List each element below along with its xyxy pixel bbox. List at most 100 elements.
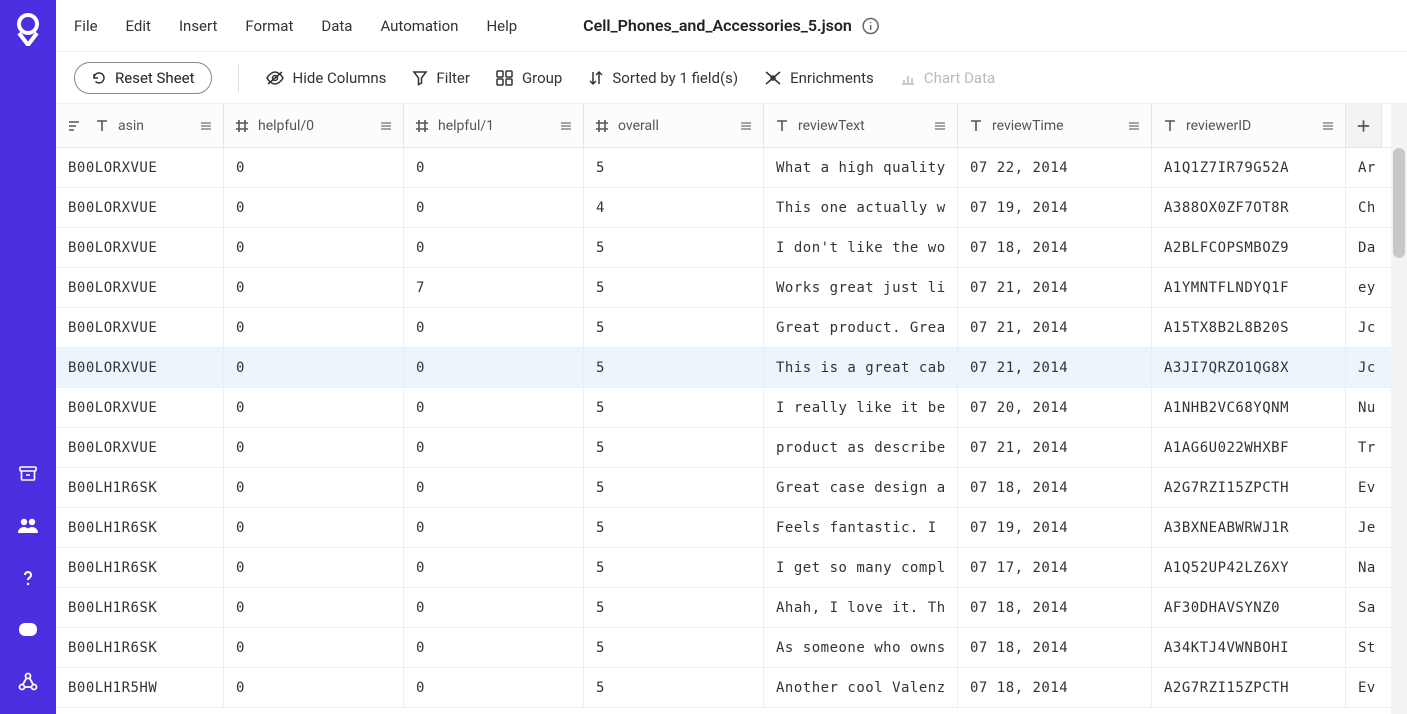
cell[interactable]: 07 22, 2014 (958, 148, 1152, 187)
cell[interactable]: What a high quality (764, 148, 958, 187)
cell[interactable]: 07 21, 2014 (958, 348, 1152, 387)
cell[interactable]: This one actually w (764, 188, 958, 227)
hide-columns-button[interactable]: Hide Columns (265, 69, 387, 87)
table-row[interactable]: B00LORXVUE004This one actually w07 19, 2… (56, 188, 1407, 228)
cell[interactable]: AF30DHAVSYNZ0 (1152, 588, 1346, 627)
cell[interactable]: B00LORXVUE (56, 268, 224, 307)
table-row[interactable]: B00LORXVUE005Great product. Grea07 21, 2… (56, 308, 1407, 348)
column-menu-icon[interactable] (739, 119, 753, 133)
cell[interactable]: 07 19, 2014 (958, 508, 1152, 547)
enrichments-button[interactable]: Enrichments (764, 69, 874, 87)
info-icon[interactable] (862, 17, 880, 35)
column-header-helpful0[interactable]: helpful/0 (224, 104, 404, 147)
menu-file[interactable]: File (74, 17, 98, 35)
cell[interactable]: I don't like the wo (764, 228, 958, 267)
cell[interactable]: 0 (224, 628, 404, 667)
cell[interactable]: 5 (584, 508, 764, 547)
cell[interactable]: 0 (404, 508, 584, 547)
archive-nav-icon[interactable] (8, 454, 48, 494)
menu-insert[interactable]: Insert (179, 17, 217, 35)
table-row[interactable]: B00LORXVUE005This is a great cab07 21, 2… (56, 348, 1407, 388)
cell[interactable]: B00LH1R6SK (56, 508, 224, 547)
table-row[interactable]: B00LORXVUE005What a high quality07 22, 2… (56, 148, 1407, 188)
table-row[interactable]: B00LORXVUE005product as describe07 21, 2… (56, 428, 1407, 468)
column-menu-icon[interactable] (1127, 119, 1141, 133)
reset-sheet-button[interactable]: Reset Sheet (74, 62, 212, 94)
cell[interactable]: 0 (404, 668, 584, 707)
cell[interactable]: 07 18, 2014 (958, 588, 1152, 627)
cell[interactable]: 0 (404, 468, 584, 507)
menu-data[interactable]: Data (321, 17, 352, 35)
cell[interactable]: 0 (224, 668, 404, 707)
table-row[interactable]: B00LORXVUE075Works great just li07 21, 2… (56, 268, 1407, 308)
cell[interactable]: A388OX0ZF7OT8R (1152, 188, 1346, 227)
cell[interactable]: 07 21, 2014 (958, 268, 1152, 307)
menu-edit[interactable]: Edit (126, 17, 151, 35)
cell[interactable]: 07 20, 2014 (958, 388, 1152, 427)
cell[interactable]: A15TX8B2L8B20S (1152, 308, 1346, 347)
cell[interactable]: 0 (404, 428, 584, 467)
add-column-button[interactable] (1346, 104, 1382, 147)
column-header-reviewerid[interactable]: reviewerID (1152, 104, 1346, 147)
data-grid[interactable]: asin helpful/0 (56, 104, 1407, 714)
cell[interactable]: 5 (584, 668, 764, 707)
column-menu-icon[interactable] (933, 119, 947, 133)
cell[interactable]: This is a great cab (764, 348, 958, 387)
cell[interactable]: 5 (584, 428, 764, 467)
cell[interactable]: 07 18, 2014 (958, 628, 1152, 667)
cell[interactable]: As someone who owns (764, 628, 958, 667)
cell[interactable]: 0 (224, 428, 404, 467)
cell[interactable]: 07 18, 2014 (958, 228, 1152, 267)
group-button[interactable]: Group (496, 69, 562, 87)
cell[interactable]: 07 18, 2014 (958, 668, 1152, 707)
cell[interactable]: A3BXNEABWRWJ1R (1152, 508, 1346, 547)
cell[interactable]: 07 18, 2014 (958, 468, 1152, 507)
cell[interactable]: 5 (584, 548, 764, 587)
cell[interactable]: 0 (404, 148, 584, 187)
cell[interactable]: I get so many compl (764, 548, 958, 587)
cell[interactable]: 5 (584, 388, 764, 427)
cell[interactable]: 0 (404, 388, 584, 427)
cell[interactable]: B00LORXVUE (56, 228, 224, 267)
cell[interactable]: 5 (584, 628, 764, 667)
menu-automation[interactable]: Automation (380, 17, 458, 35)
cell[interactable]: A2G7RZI15ZPCTH (1152, 668, 1346, 707)
cell[interactable]: B00LH1R6SK (56, 628, 224, 667)
column-menu-icon[interactable] (1321, 119, 1335, 133)
cell[interactable]: 0 (224, 548, 404, 587)
cell[interactable]: 0 (404, 628, 584, 667)
cell[interactable]: 0 (224, 468, 404, 507)
cell[interactable]: B00LORXVUE (56, 428, 224, 467)
table-row[interactable]: B00LH1R6SK005Ahah, I love it. Th07 18, 2… (56, 588, 1407, 628)
filter-button[interactable]: Filter (412, 69, 470, 87)
scrollbar-thumb[interactable] (1393, 148, 1405, 258)
cell[interactable]: 5 (584, 588, 764, 627)
cell[interactable]: 07 21, 2014 (958, 428, 1152, 467)
cell[interactable]: 0 (404, 548, 584, 587)
help-nav-icon[interactable] (8, 558, 48, 598)
cell[interactable]: 5 (584, 228, 764, 267)
cell[interactable]: 0 (224, 588, 404, 627)
column-menu-icon[interactable] (199, 119, 213, 133)
cell[interactable]: B00LORXVUE (56, 348, 224, 387)
column-menu-icon[interactable] (379, 119, 393, 133)
cell[interactable]: B00LORXVUE (56, 148, 224, 187)
column-header-asin[interactable]: asin (56, 104, 224, 147)
cell[interactable]: 07 17, 2014 (958, 548, 1152, 587)
cell[interactable]: A34KTJ4VWNBOHI (1152, 628, 1346, 667)
cell[interactable]: A2BLFCOPSMBOZ9 (1152, 228, 1346, 267)
cell[interactable]: A1AG6U022WHXBF (1152, 428, 1346, 467)
cell[interactable]: 0 (404, 348, 584, 387)
cell[interactable]: 4 (584, 188, 764, 227)
cell[interactable]: 0 (404, 308, 584, 347)
sorted-button[interactable]: Sorted by 1 field(s) (588, 69, 738, 87)
menu-format[interactable]: Format (245, 17, 293, 35)
menu-help[interactable]: Help (486, 17, 517, 35)
cell[interactable]: A1Q1Z7IR79G52A (1152, 148, 1346, 187)
cell[interactable]: 0 (404, 588, 584, 627)
cell[interactable]: A1NHB2VC68YQNM (1152, 388, 1346, 427)
cell[interactable]: Feels fantastic. I (764, 508, 958, 547)
cell[interactable]: 5 (584, 308, 764, 347)
table-row[interactable]: B00LH1R5HW005Another cool Valenz07 18, 2… (56, 668, 1407, 708)
table-row[interactable]: B00LORXVUE005I really like it be07 20, 2… (56, 388, 1407, 428)
